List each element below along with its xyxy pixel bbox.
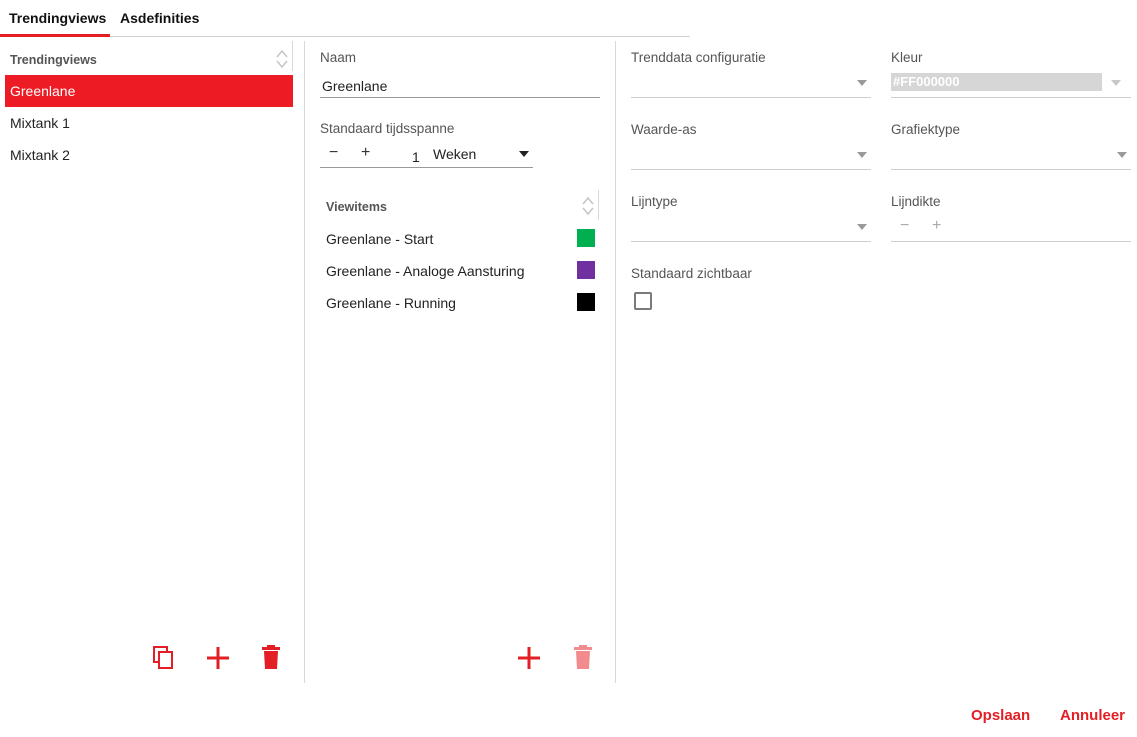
viewitems-header-divider [598, 190, 599, 220]
naam-input-underline [320, 97, 600, 98]
kleur-input[interactable]: #FF000000 [891, 73, 1102, 91]
viewitem-color-swatch [577, 293, 595, 311]
cancel-button[interactable]: Annuleer [1060, 707, 1125, 724]
naam-label: Naam [320, 50, 357, 65]
timespan-unit-select[interactable]: Weken [433, 146, 476, 162]
sort-icon[interactable] [275, 49, 289, 69]
tab-bar: Trendingviews Asdefinities [0, 0, 690, 37]
timespan-label: Standaard tijdsspanne [320, 121, 455, 136]
chevron-down-icon[interactable] [857, 80, 867, 86]
zichtbaar-label: Standaard zichtbaar [631, 266, 752, 281]
save-button[interactable]: Opslaan [971, 707, 1030, 724]
lijndikte-label: Lijndikte [891, 194, 941, 209]
zichtbaar-checkbox[interactable] [634, 292, 652, 310]
grafiektype-label: Grafiektype [891, 122, 961, 137]
sort-icon[interactable] [581, 196, 595, 216]
kleur-underline [891, 97, 1131, 98]
viewitem-label[interactable]: Greenlane - Start [326, 231, 433, 247]
viewitem-label[interactable]: Greenlane - Running [326, 295, 456, 311]
lijndikte-increment-button[interactable]: + [932, 218, 941, 234]
list-item-greenlane[interactable]: Greenlane [5, 75, 293, 107]
timespan-underline [320, 167, 533, 168]
timespan-value[interactable]: 1 [412, 149, 420, 165]
list-header-divider [292, 41, 293, 71]
viewitem-label[interactable]: Greenlane - Analoge Aansturing [326, 263, 524, 279]
chevron-down-icon[interactable] [857, 224, 867, 230]
tab-trendingviews[interactable]: Trendingviews [9, 10, 106, 26]
grafiektype-select-underline[interactable] [891, 169, 1131, 170]
delete-icon[interactable] [573, 644, 593, 670]
lijntype-label: Lijntype [631, 194, 678, 209]
chevron-down-icon[interactable] [1111, 80, 1121, 86]
delete-icon[interactable] [261, 644, 281, 670]
left-panel-divider [304, 41, 305, 683]
add-icon[interactable] [206, 646, 230, 670]
copy-icon[interactable] [152, 645, 176, 671]
lijndikte-underline [891, 241, 1131, 242]
list-item-mixtank-2[interactable]: Mixtank 2 [5, 139, 293, 171]
add-icon[interactable] [517, 646, 541, 670]
kleur-label: Kleur [891, 50, 923, 65]
list-item-mixtank-1[interactable]: Mixtank 1 [5, 107, 293, 139]
tab-asdefinities[interactable]: Asdefinities [120, 10, 199, 26]
middle-panel-divider [615, 41, 616, 683]
viewitems-header: Viewitems [326, 200, 387, 214]
lijntype-select-underline[interactable] [631, 241, 871, 242]
viewitem-color-swatch [577, 229, 595, 247]
lijndikte-decrement-button[interactable]: − [900, 218, 909, 234]
waarde-as-label: Waarde-as [631, 122, 697, 137]
trendingviews-list-header: Trendingviews [10, 53, 97, 67]
chevron-down-icon[interactable] [857, 152, 867, 158]
trenddata-select-underline[interactable] [631, 97, 871, 98]
timespan-increment-button[interactable]: + [361, 145, 370, 161]
naam-input[interactable]: Greenlane [322, 78, 387, 94]
viewitem-color-swatch [577, 261, 595, 279]
chevron-down-icon[interactable] [1117, 152, 1127, 158]
waarde-as-select-underline[interactable] [631, 169, 871, 170]
trenddata-label: Trenddata configuratie [631, 50, 766, 65]
active-tab-indicator [0, 34, 110, 37]
timespan-decrement-button[interactable]: − [329, 145, 338, 161]
chevron-down-icon[interactable] [519, 151, 529, 157]
